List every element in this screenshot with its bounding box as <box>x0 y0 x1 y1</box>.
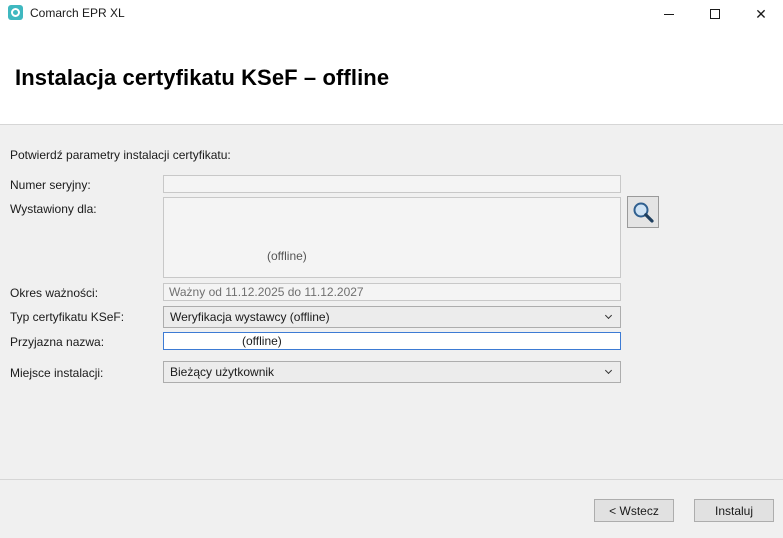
close-icon: ✕ <box>755 5 767 22</box>
serial-field[interactable] <box>163 175 621 193</box>
minimize-button[interactable] <box>646 0 692 28</box>
location-select[interactable]: Bieżący użytkownik <box>163 361 621 383</box>
issued-for-field[interactable]: (offline) <box>163 197 621 278</box>
install-button[interactable]: Instaluj <box>694 499 774 522</box>
cert-type-value: Weryfikacja wystawcy (offline) <box>170 310 330 324</box>
location-label: Miejsce instalacji: <box>10 366 104 380</box>
serial-label: Numer seryjny: <box>10 178 91 192</box>
wizard-header: Instalacja certyfikatu KSeF – offline <box>0 28 783 125</box>
window-title: Comarch EPR XL <box>30 6 125 20</box>
chevron-down-icon <box>605 365 614 377</box>
close-button[interactable]: ✕ <box>738 0 783 28</box>
chevron-down-icon <box>605 310 614 322</box>
browse-certificate-button[interactable] <box>627 196 659 228</box>
wizard-footer: < Wstecz Instaluj <box>0 479 783 538</box>
prompt-text: Potwierdź parametry instalacji certyfika… <box>10 148 231 162</box>
issued-for-last-line: (offline) <box>267 249 307 263</box>
friendly-name-label: Przyjazna nazwa: <box>10 335 105 349</box>
location-value: Bieżący użytkownik <box>170 365 275 379</box>
form-panel: Potwierdź parametry instalacji certyfika… <box>0 126 783 479</box>
cert-type-select[interactable]: Weryfikacja wystawcy (offline) <box>163 306 621 328</box>
maximize-icon <box>710 9 720 19</box>
friendly-name-input[interactable]: (offline) <box>163 332 621 350</box>
minimize-icon <box>664 13 674 15</box>
title-bar: Comarch EPR XL ✕ <box>0 0 783 28</box>
cert-type-label: Typ certyfikatu KSeF: <box>10 310 125 324</box>
issued-for-label: Wystawiony dla: <box>10 202 97 216</box>
maximize-button[interactable] <box>692 0 738 28</box>
app-icon <box>8 5 23 20</box>
validity-label: Okres ważności: <box>10 286 99 300</box>
validity-field: Ważny od 11.12.2025 do 11.12.2027 <box>163 283 621 301</box>
page-title: Instalacja certyfikatu KSeF – offline <box>15 65 390 90</box>
magnifier-icon <box>633 202 654 223</box>
back-button[interactable]: < Wstecz <box>594 499 674 522</box>
